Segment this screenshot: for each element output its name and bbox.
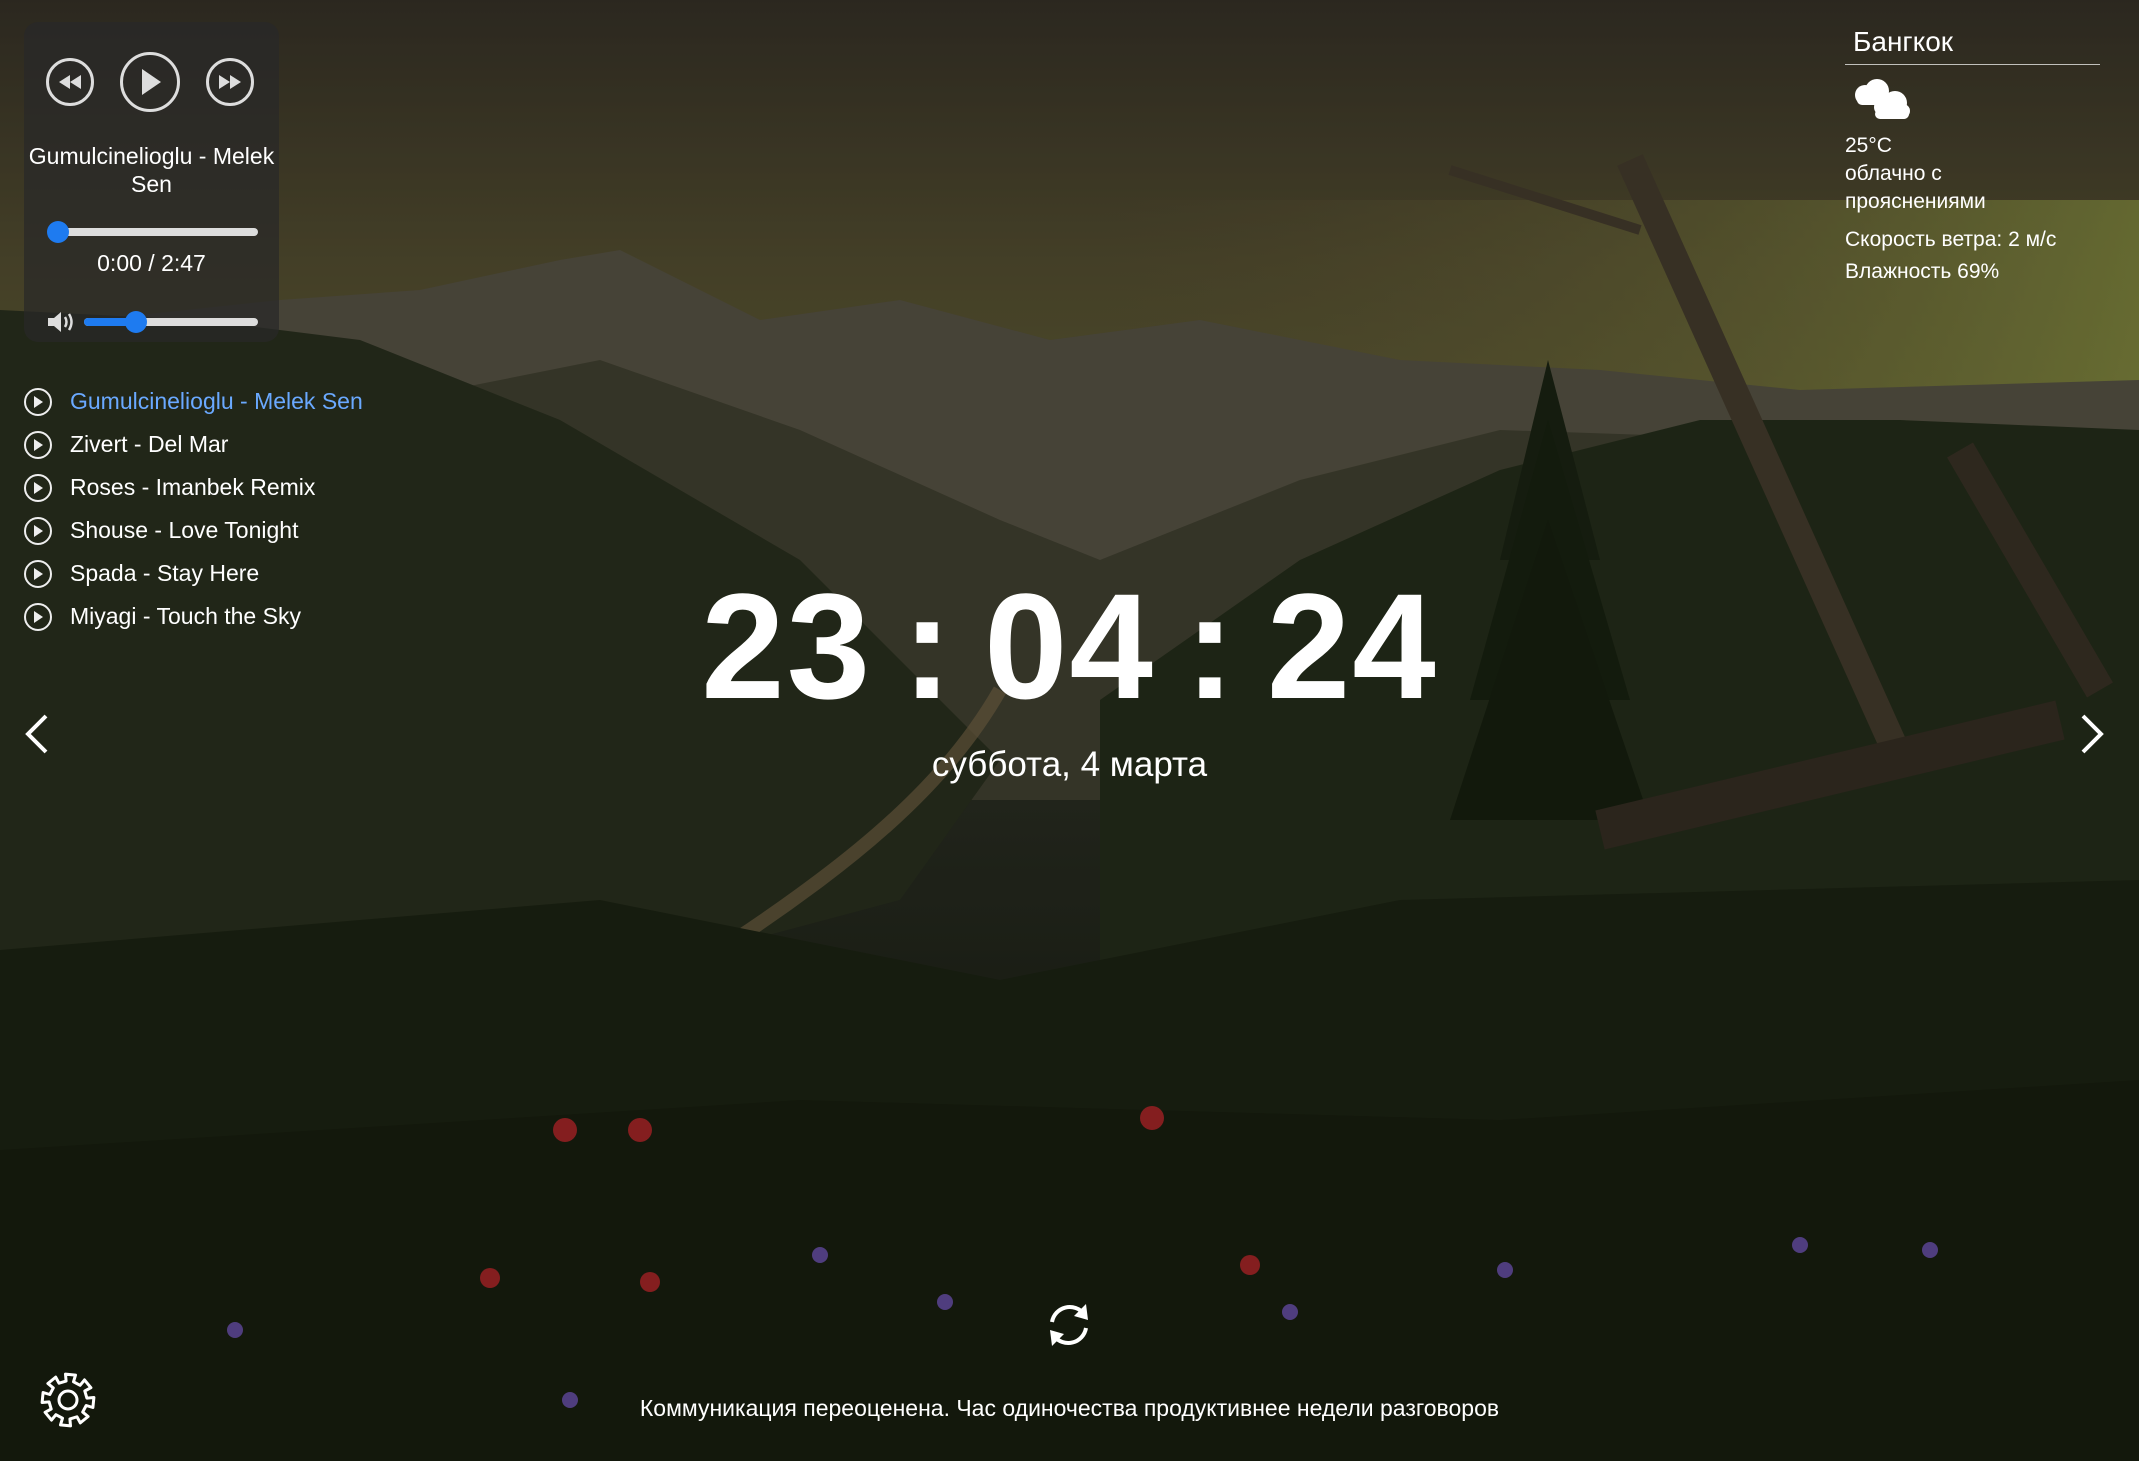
playlist-item[interactable]: Roses - Imanbek Remix (24, 466, 363, 509)
next-background-button[interactable] (2077, 712, 2107, 761)
playlist-item-label: Shouse - Love Tonight (70, 517, 299, 543)
track-time: 0:00 / 2:47 (97, 250, 206, 276)
playlist-item-label: Roses - Imanbek Remix (70, 474, 316, 500)
play-icon (24, 430, 52, 459)
clock-minutes: 04 (984, 562, 1155, 730)
weather-temperature: 25°C (1845, 134, 1892, 157)
play-icon (142, 69, 161, 95)
play-icon (24, 387, 52, 416)
volume-slider[interactable] (84, 311, 258, 333)
refresh-icon (1050, 1304, 1088, 1346)
music-player: Gumulcinelioglu - Melek Sen 0:00 / 2:47 (24, 22, 279, 342)
clock: 23:04:24 (0, 560, 2139, 733)
volume-handle[interactable] (125, 311, 148, 333)
previous-background-button[interactable] (22, 712, 52, 761)
weather-humidity: Влажность 69% (1845, 260, 2000, 283)
chevron-right-icon (2081, 714, 2104, 754)
playlist-item[interactable]: Shouse - Love Tonight (24, 509, 363, 552)
play-icon (24, 516, 52, 545)
weather-wind: Скорость ветра: 2 м/с (1845, 228, 2057, 251)
fast-forward-button[interactable] (206, 58, 254, 106)
play-button[interactable] (120, 52, 180, 112)
track-title: Gumulcinelioglu - Melek Sen (28, 143, 275, 197)
play-icon (24, 473, 52, 502)
weather-widget: Бангкок 25°C облачно с прояснениями Скор… (1845, 26, 2100, 286)
clock-seconds: 24 (1266, 562, 1438, 730)
playlist-item-label: Zivert - Del Mar (70, 431, 229, 457)
progress-handle[interactable] (47, 221, 69, 243)
volume-icon[interactable] (46, 308, 78, 341)
weather-city: Бангкок (1845, 26, 2100, 65)
rewind-button[interactable] (46, 58, 94, 106)
clock-separator: : (1184, 562, 1237, 730)
date-label: суббота, 4 марта (931, 745, 1208, 784)
quote-text: Коммуникация переоценена. Час одиночеств… (639, 1395, 1500, 1421)
clock-hours: 23 (701, 562, 873, 730)
chevron-left-icon (25, 714, 48, 754)
playlist-item[interactable]: Zivert - Del Mar (24, 423, 363, 466)
playlist-item-label: Gumulcinelioglu - Melek Sen (70, 388, 363, 414)
fast-forward-icon (219, 75, 241, 89)
refresh-quote-button[interactable] (1042, 1298, 1096, 1357)
weather-description: облачно с прояснениями (1845, 162, 1986, 213)
progress-slider[interactable] (47, 221, 258, 243)
cloud-icon (1849, 79, 2100, 128)
rewind-icon (59, 75, 81, 89)
playlist-item[interactable]: Gumulcinelioglu - Melek Sen (24, 380, 363, 423)
clock-separator: : (902, 562, 955, 730)
